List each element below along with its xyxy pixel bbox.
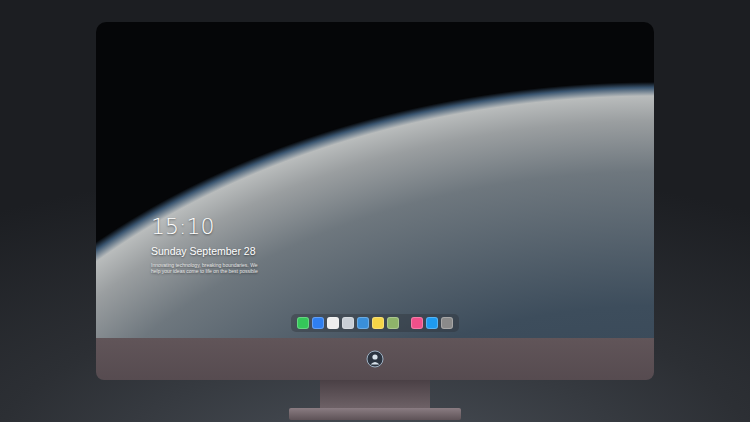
camera-app-icon[interactable] <box>441 317 453 329</box>
tagline: Innovating technology, breaking boundari… <box>151 262 654 274</box>
music-app-icon[interactable] <box>411 317 423 329</box>
tagline-line: help your ideas come to life on the best… <box>151 268 654 274</box>
dock <box>291 314 459 332</box>
monitor-stand-base <box>289 408 461 420</box>
lock-clock: 15:10 Sunday September 28 Innovating techn… <box>151 214 654 274</box>
photos-app-icon[interactable] <box>387 317 399 329</box>
dock-group <box>411 317 453 329</box>
store-app-icon[interactable] <box>426 317 438 329</box>
preview-app-icon[interactable] <box>342 317 354 329</box>
clock-app-icon[interactable] <box>327 317 339 329</box>
date: Sunday September 28 <box>151 244 654 258</box>
notes-app-icon[interactable] <box>372 317 384 329</box>
video-app-icon[interactable] <box>357 317 369 329</box>
monitor-stand-neck <box>320 380 430 408</box>
files-app-icon[interactable] <box>312 317 324 329</box>
time: 15:10 <box>151 214 654 240</box>
monitor-screen: 15:10 Sunday September 28 Innovating techn… <box>96 22 654 338</box>
dock-group <box>297 317 399 329</box>
monitor-chin <box>96 338 654 380</box>
page: 15:10 Sunday September 28 Innovating techn… <box>0 0 750 422</box>
brand-logo-icon <box>366 350 384 368</box>
messages-app-icon[interactable] <box>297 317 309 329</box>
tagline-line: Innovating technology, breaking boundari… <box>151 262 654 268</box>
